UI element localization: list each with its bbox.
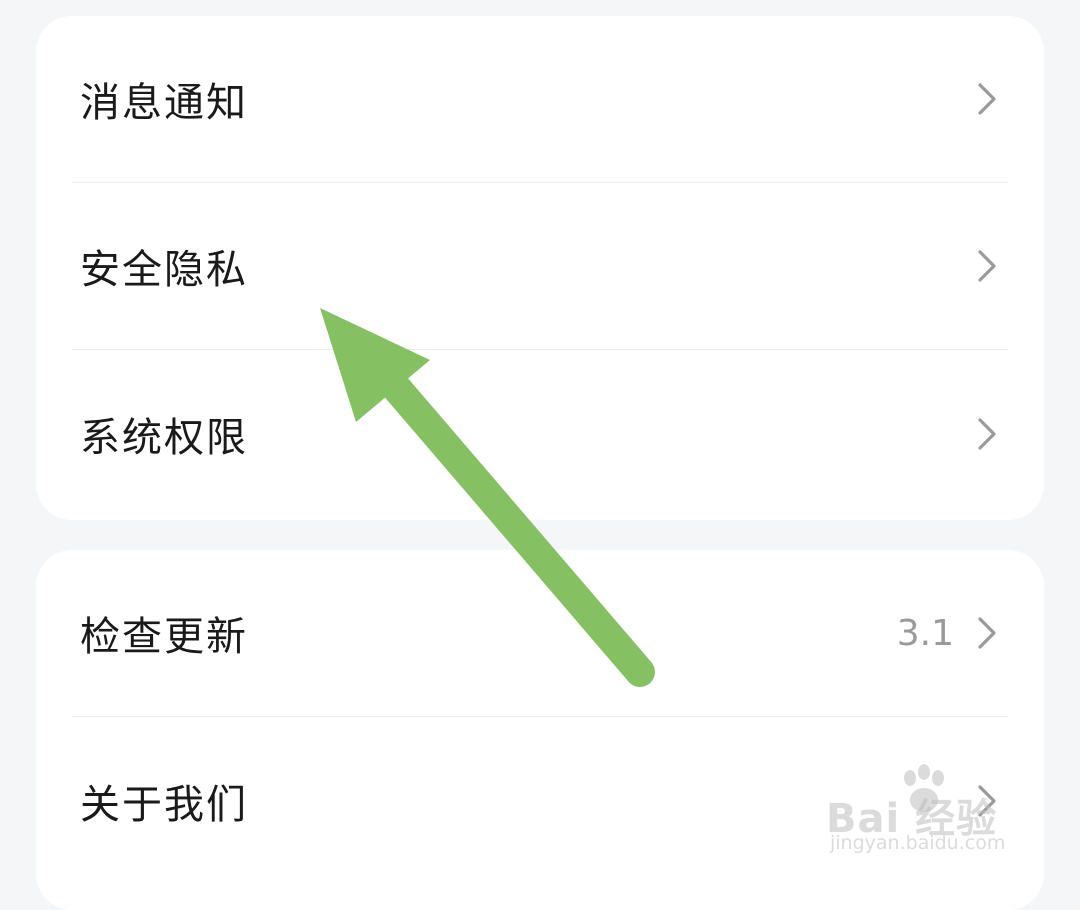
chevron-right-icon [978, 83, 996, 115]
chevron-right-icon [978, 417, 996, 450]
settings-item-system-permissions[interactable]: 系统权限 [72, 350, 1008, 517]
settings-item-right [976, 416, 998, 452]
version-value: 3.1 [896, 612, 954, 654]
settings-item-security-privacy[interactable]: 安全隐私 [72, 183, 1008, 350]
settings-item-label: 检查更新 [80, 614, 248, 660]
settings-item-check-update[interactable]: 检查更新 3.1 [72, 550, 1008, 717]
chevron-right-icon [978, 617, 996, 649]
settings-group-1: 消息通知 安全隐私 系统权限 [36, 16, 1044, 520]
baidu-jingyan-watermark: Bai 经验 jingyan.baidu.com [826, 762, 1036, 862]
settings-item-label: 消息通知 [80, 80, 248, 126]
settings-item-label: 系统权限 [80, 414, 248, 461]
chevron-right-icon [978, 250, 996, 282]
settings-item-right: 3.1 [897, 613, 998, 654]
settings-item-notifications[interactable]: 消息通知 [72, 16, 1008, 183]
settings-item-label: 关于我们 [80, 781, 248, 828]
settings-item-right [976, 81, 998, 117]
settings-item-right [976, 248, 998, 284]
settings-item-label: 安全隐私 [80, 247, 248, 293]
watermark-url: jingyan.baidu.com [830, 832, 1006, 854]
